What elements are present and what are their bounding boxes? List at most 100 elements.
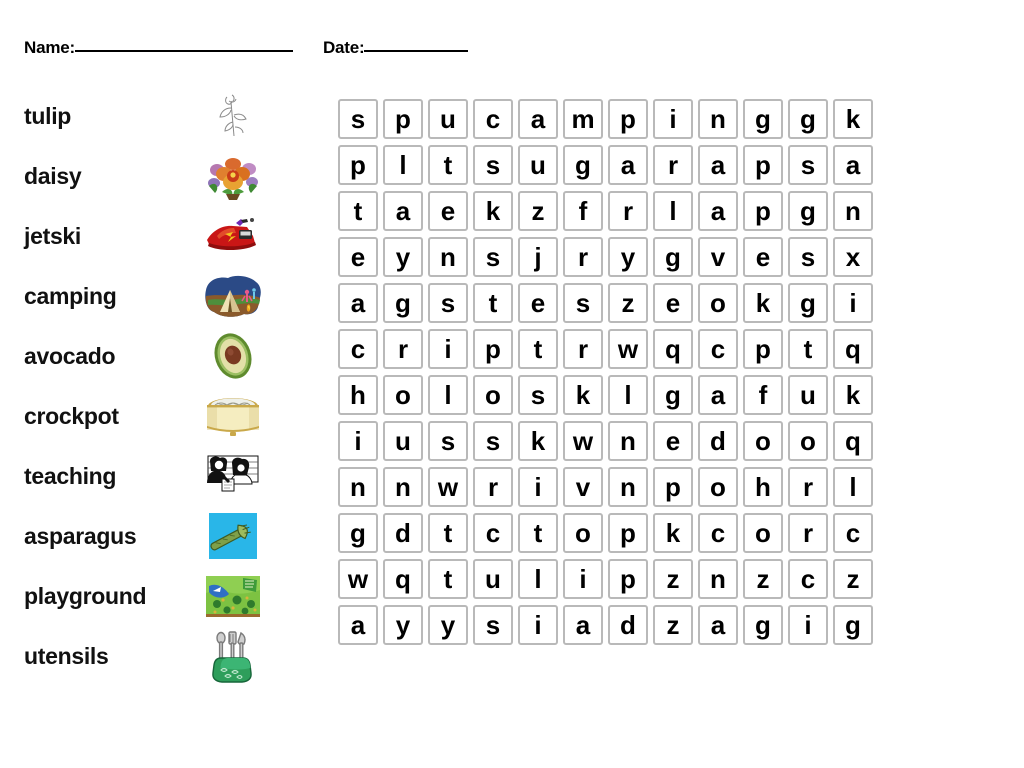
grid-cell[interactable]: s [788, 145, 828, 185]
grid-cell[interactable]: p [338, 145, 378, 185]
grid-cell[interactable]: i [518, 605, 558, 645]
grid-cell[interactable]: n [428, 237, 468, 277]
grid-cell[interactable]: e [743, 237, 783, 277]
grid-cell[interactable]: y [608, 237, 648, 277]
word-search-grid[interactable]: spucampinggkpltsugarapsataekzfrlapgneyns… [338, 99, 873, 645]
grid-cell[interactable]: s [428, 283, 468, 323]
grid-cell[interactable]: c [473, 513, 513, 553]
grid-cell[interactable]: c [698, 513, 738, 553]
grid-cell[interactable]: s [428, 421, 468, 461]
grid-cell[interactable]: r [563, 329, 603, 369]
grid-cell[interactable]: a [563, 605, 603, 645]
grid-cell[interactable]: g [338, 513, 378, 553]
grid-cell[interactable]: n [383, 467, 423, 507]
grid-cell[interactable]: i [428, 329, 468, 369]
grid-cell[interactable]: p [473, 329, 513, 369]
grid-cell[interactable]: s [473, 237, 513, 277]
grid-cell[interactable]: o [788, 421, 828, 461]
grid-cell[interactable]: a [833, 145, 873, 185]
grid-cell[interactable]: g [788, 283, 828, 323]
grid-cell[interactable]: g [563, 145, 603, 185]
grid-cell[interactable]: l [653, 191, 693, 231]
grid-cell[interactable]: o [743, 421, 783, 461]
grid-cell[interactable]: q [833, 421, 873, 461]
grid-cell[interactable]: u [428, 99, 468, 139]
grid-cell[interactable]: p [608, 99, 648, 139]
grid-cell[interactable]: h [338, 375, 378, 415]
grid-cell[interactable]: q [653, 329, 693, 369]
grid-cell[interactable]: s [473, 145, 513, 185]
grid-cell[interactable]: r [608, 191, 648, 231]
grid-cell[interactable]: d [383, 513, 423, 553]
grid-cell[interactable]: v [698, 237, 738, 277]
grid-cell[interactable]: g [788, 99, 828, 139]
grid-cell[interactable]: c [338, 329, 378, 369]
grid-cell[interactable]: e [653, 421, 693, 461]
grid-cell[interactable]: z [653, 559, 693, 599]
grid-cell[interactable]: k [653, 513, 693, 553]
grid-cell[interactable]: s [338, 99, 378, 139]
grid-cell[interactable]: a [698, 605, 738, 645]
grid-cell[interactable]: t [338, 191, 378, 231]
grid-cell[interactable]: p [743, 329, 783, 369]
grid-cell[interactable]: s [563, 283, 603, 323]
grid-cell[interactable]: z [518, 191, 558, 231]
grid-cell[interactable]: w [563, 421, 603, 461]
grid-cell[interactable]: p [608, 513, 648, 553]
grid-cell[interactable]: r [563, 237, 603, 277]
grid-cell[interactable]: q [383, 559, 423, 599]
grid-cell[interactable]: w [608, 329, 648, 369]
grid-cell[interactable]: o [563, 513, 603, 553]
grid-cell[interactable]: u [518, 145, 558, 185]
grid-cell[interactable]: h [743, 467, 783, 507]
grid-cell[interactable]: l [608, 375, 648, 415]
grid-cell[interactable]: o [743, 513, 783, 553]
grid-cell[interactable]: n [608, 421, 648, 461]
grid-cell[interactable]: a [338, 283, 378, 323]
grid-cell[interactable]: w [428, 467, 468, 507]
grid-cell[interactable]: a [383, 191, 423, 231]
grid-cell[interactable]: l [833, 467, 873, 507]
grid-cell[interactable]: g [383, 283, 423, 323]
grid-cell[interactable]: z [833, 559, 873, 599]
grid-cell[interactable]: n [833, 191, 873, 231]
grid-cell[interactable]: u [383, 421, 423, 461]
grid-cell[interactable]: d [698, 421, 738, 461]
grid-cell[interactable]: i [563, 559, 603, 599]
grid-cell[interactable]: g [788, 191, 828, 231]
grid-cell[interactable]: a [698, 145, 738, 185]
grid-cell[interactable]: u [788, 375, 828, 415]
grid-cell[interactable]: t [428, 145, 468, 185]
grid-cell[interactable]: a [698, 375, 738, 415]
grid-cell[interactable]: c [833, 513, 873, 553]
grid-cell[interactable]: t [428, 513, 468, 553]
grid-cell[interactable]: n [698, 559, 738, 599]
grid-cell[interactable]: x [833, 237, 873, 277]
grid-cell[interactable]: r [473, 467, 513, 507]
grid-cell[interactable]: p [383, 99, 423, 139]
grid-cell[interactable]: z [653, 605, 693, 645]
grid-cell[interactable]: i [338, 421, 378, 461]
grid-cell[interactable]: k [563, 375, 603, 415]
grid-cell[interactable]: j [518, 237, 558, 277]
grid-cell[interactable]: i [788, 605, 828, 645]
grid-cell[interactable]: t [788, 329, 828, 369]
grid-cell[interactable]: w [338, 559, 378, 599]
grid-cell[interactable]: k [743, 283, 783, 323]
grid-cell[interactable]: i [518, 467, 558, 507]
grid-cell[interactable]: p [653, 467, 693, 507]
grid-cell[interactable]: e [653, 283, 693, 323]
grid-cell[interactable]: l [518, 559, 558, 599]
grid-cell[interactable]: a [698, 191, 738, 231]
date-input-rule[interactable] [364, 50, 469, 52]
grid-cell[interactable]: n [608, 467, 648, 507]
grid-cell[interactable]: y [383, 605, 423, 645]
grid-cell[interactable]: k [833, 99, 873, 139]
grid-cell[interactable]: k [473, 191, 513, 231]
grid-cell[interactable]: c [698, 329, 738, 369]
grid-cell[interactable]: t [518, 329, 558, 369]
grid-cell[interactable]: y [383, 237, 423, 277]
name-input-rule[interactable] [74, 50, 293, 52]
grid-cell[interactable]: c [473, 99, 513, 139]
grid-cell[interactable]: v [563, 467, 603, 507]
